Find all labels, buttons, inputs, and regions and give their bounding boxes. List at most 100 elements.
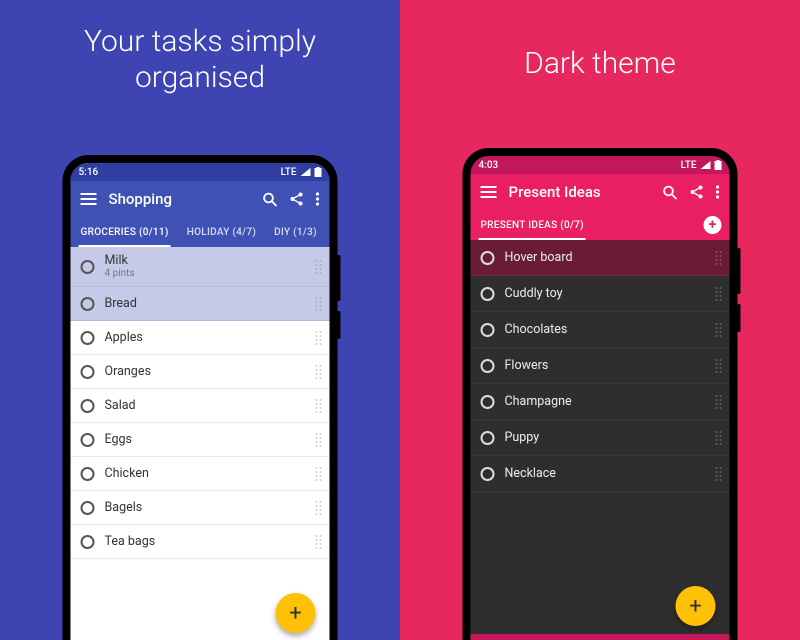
more-icon[interactable]	[716, 185, 720, 199]
status-time: 5:16	[79, 167, 99, 178]
task-subtitle: 4 pints	[105, 268, 302, 279]
task-list[interactable]: Milk4 pints Bread Apples Oranges Salad Eggs Ch…	[71, 247, 330, 640]
task-row[interactable]: Champagne	[471, 384, 730, 420]
drag-handle-icon[interactable]	[712, 359, 722, 373]
search-icon[interactable]	[263, 192, 278, 207]
drag-handle-icon[interactable]	[312, 399, 322, 413]
phone-side-button	[738, 248, 741, 294]
task-row[interactable]: Milk4 pints	[71, 247, 330, 287]
checkbox-circle[interactable]	[81, 365, 95, 379]
tab-holiday[interactable]: HOLIDAY (4/7)	[185, 217, 258, 247]
checkbox-circle[interactable]	[481, 323, 495, 337]
task-label: Milk	[105, 254, 302, 268]
more-icon[interactable]	[316, 192, 320, 206]
drag-handle-icon[interactable]	[712, 251, 722, 265]
share-icon[interactable]	[290, 192, 304, 206]
screen-left: 5:16 LTE Shopping GROCERIES (0/11)	[71, 163, 330, 640]
task-row[interactable]: Flowers	[471, 348, 730, 384]
checkbox-circle[interactable]	[481, 251, 495, 265]
drag-handle-icon[interactable]	[312, 535, 322, 549]
app-bar: Shopping	[71, 181, 330, 217]
tab-diy[interactable]: DIY (1/3)	[272, 217, 319, 247]
task-row[interactable]: Eggs	[71, 423, 330, 457]
share-icon[interactable]	[690, 185, 704, 199]
task-row[interactable]: Necklace	[471, 456, 730, 492]
drag-handle-icon[interactable]	[312, 260, 322, 274]
tab-groceries[interactable]: GROCERIES (0/11)	[79, 217, 171, 247]
task-row[interactable]: Tea bags	[71, 525, 330, 559]
checkbox-circle[interactable]	[81, 467, 95, 481]
drag-handle-icon[interactable]	[312, 467, 322, 481]
status-time: 4:03	[479, 160, 499, 171]
drag-handle-icon[interactable]	[312, 297, 322, 311]
drag-handle-icon[interactable]	[312, 433, 322, 447]
task-row[interactable]: Apples	[71, 321, 330, 355]
drag-handle-icon[interactable]	[312, 501, 322, 515]
checkbox-circle[interactable]	[81, 501, 95, 515]
drag-handle-icon[interactable]	[712, 395, 722, 409]
checkbox-circle[interactable]	[481, 359, 495, 373]
tab-label: PRESENT IDEAS (0/7)	[481, 220, 584, 231]
drag-handle-icon[interactable]	[312, 365, 322, 379]
task-texts: Bread	[105, 297, 302, 311]
checkbox-circle[interactable]	[81, 331, 95, 345]
task-list[interactable]: Hover board Cuddly toy Chocolates Flowers Ch…	[471, 240, 730, 640]
tab-present-ideas[interactable]: PRESENT IDEAS (0/7)	[479, 210, 586, 240]
tab-strip: GROCERIES (0/11) HOLIDAY (4/7) DIY (1/3)…	[71, 217, 330, 247]
fab-add-task[interactable]: +	[276, 593, 316, 633]
checkbox-circle[interactable]	[81, 260, 95, 274]
task-texts: Chocolates	[505, 323, 702, 337]
task-row[interactable]: Chicken	[71, 457, 330, 491]
checkbox-circle[interactable]	[81, 433, 95, 447]
checkbox-circle[interactable]	[81, 535, 95, 549]
task-label: Tea bags	[105, 535, 302, 549]
drag-handle-icon[interactable]	[312, 331, 322, 345]
checkbox-circle[interactable]	[81, 399, 95, 413]
fab-add-task[interactable]: +	[676, 586, 716, 626]
task-label: Cuddly toy	[505, 287, 702, 301]
drag-handle-icon[interactable]	[712, 431, 722, 445]
status-right: LTE	[681, 160, 722, 171]
task-row[interactable]: Cuddly toy	[471, 276, 730, 312]
task-texts: Flowers	[505, 359, 702, 373]
drag-handle-icon[interactable]	[712, 323, 722, 337]
task-texts: Tea bags	[105, 535, 302, 549]
menu-icon[interactable]	[81, 193, 97, 205]
status-net: LTE	[681, 160, 697, 171]
phone-side-button	[738, 304, 741, 332]
status-bar: 4:03 LTE	[471, 156, 730, 174]
task-row[interactable]: Oranges	[71, 355, 330, 389]
task-row[interactable]: Puppy	[471, 420, 730, 456]
headline-left-line1: Your tasks simply	[84, 24, 316, 59]
drag-handle-icon[interactable]	[712, 467, 722, 481]
task-texts: Puppy	[505, 431, 702, 445]
status-right: LTE	[281, 167, 322, 178]
add-list-button[interactable]: +	[704, 216, 722, 234]
task-label: Champagne	[505, 395, 702, 409]
pane-dark: Dark theme 4:03 LTE Present Ideas	[400, 0, 800, 640]
task-texts: Champagne	[505, 395, 702, 409]
signal-icon	[301, 168, 311, 176]
tab-strip: PRESENT IDEAS (0/7) +	[471, 210, 730, 240]
task-row[interactable]: Bread	[71, 287, 330, 321]
task-label: Oranges	[105, 365, 302, 379]
task-row[interactable]: Salad	[71, 389, 330, 423]
task-row[interactable]: Hover board	[471, 240, 730, 276]
signal-icon	[701, 161, 711, 169]
plus-icon: +	[709, 217, 717, 233]
menu-icon[interactable]	[481, 186, 497, 198]
plus-icon: +	[289, 601, 301, 626]
task-label: Necklace	[505, 467, 702, 481]
task-row[interactable]: Bagels	[71, 491, 330, 525]
checkbox-circle[interactable]	[81, 297, 95, 311]
drag-handle-icon[interactable]	[712, 287, 722, 301]
task-row[interactable]: Chocolates	[471, 312, 730, 348]
checkbox-circle[interactable]	[481, 395, 495, 409]
search-icon[interactable]	[663, 185, 678, 200]
task-texts: Salad	[105, 399, 302, 413]
checkbox-circle[interactable]	[481, 287, 495, 301]
status-net: LTE	[281, 167, 297, 178]
checkbox-circle[interactable]	[481, 467, 495, 481]
checkbox-circle[interactable]	[481, 431, 495, 445]
task-label: Chicken	[105, 467, 302, 481]
